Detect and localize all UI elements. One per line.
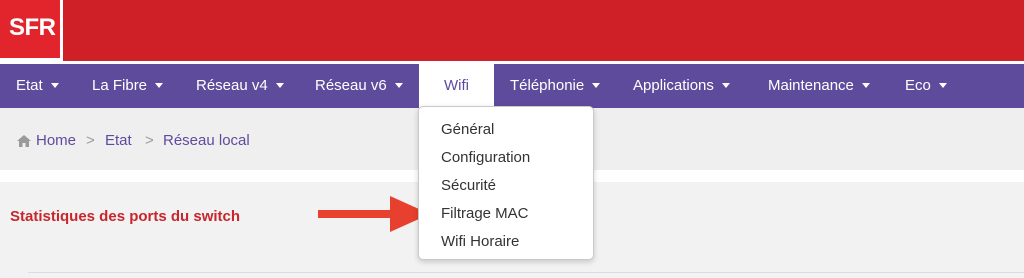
chevron-down-icon: [592, 82, 601, 88]
chevron-down-icon: [155, 82, 164, 88]
chevron-down-icon: [938, 82, 947, 88]
nav-item-wifi[interactable]: Wifi: [419, 64, 494, 108]
section-title: Statistiques des ports du switch: [10, 208, 241, 225]
chevron-down-icon: [721, 82, 730, 88]
top-header: SFR: [0, 0, 1024, 61]
chevron-down-icon: [275, 82, 284, 88]
nav-item-label: Réseau v4: [196, 77, 268, 94]
menu-item-general[interactable]: Général: [441, 121, 494, 138]
nav-item-label: Wifi: [444, 77, 469, 94]
chevron-down-icon: [394, 82, 403, 88]
nav-item-reseau-v4[interactable]: Réseau v4: [196, 64, 284, 108]
nav-item-applications[interactable]: Applications: [633, 64, 730, 108]
breadcrumb-home[interactable]: Home: [36, 132, 76, 149]
nav-item-label: Eco: [905, 77, 931, 94]
breadcrumb-reseau-local[interactable]: Réseau local: [163, 132, 250, 149]
breadcrumb-separator: >: [86, 132, 95, 149]
nav-item-label: Applications: [633, 77, 714, 94]
wifi-dropdown-menu: Général Configuration Sécurité Filtrage …: [418, 106, 594, 260]
main-nav: Etat La Fibre Réseau v4 Réseau v6 Wifi T…: [0, 64, 1024, 108]
menu-item-securite[interactable]: Sécurité: [441, 177, 496, 194]
nav-item-reseau-v6[interactable]: Réseau v6: [315, 64, 403, 108]
nav-item-la-fibre[interactable]: La Fibre: [92, 64, 164, 108]
home-icon[interactable]: [16, 134, 32, 148]
content-divider: [28, 272, 1024, 273]
nav-item-label: Téléphonie: [510, 77, 585, 94]
chevron-down-icon: [861, 82, 870, 88]
nav-item-eco[interactable]: Eco: [905, 64, 947, 108]
nav-item-etat[interactable]: Etat: [16, 64, 59, 108]
red-arrow-right-icon: [318, 196, 430, 232]
nav-item-label: Maintenance: [768, 77, 854, 94]
chevron-down-icon: [50, 82, 59, 88]
breadcrumb-separator: >: [145, 132, 154, 149]
nav-item-label: Etat: [16, 77, 43, 94]
nav-item-telephonie[interactable]: Téléphonie: [510, 64, 601, 108]
logo-text: SFR: [9, 14, 56, 41]
sfr-logo[interactable]: SFR: [0, 0, 63, 61]
menu-item-wifi-horaire[interactable]: Wifi Horaire: [441, 233, 519, 250]
menu-item-configuration[interactable]: Configuration: [441, 149, 530, 166]
nav-item-label: La Fibre: [92, 77, 148, 94]
nav-item-label: Réseau v6: [315, 77, 387, 94]
breadcrumb-etat[interactable]: Etat: [105, 132, 132, 149]
nav-item-maintenance[interactable]: Maintenance: [768, 64, 870, 108]
menu-item-filtrage-mac[interactable]: Filtrage MAC: [441, 205, 529, 222]
